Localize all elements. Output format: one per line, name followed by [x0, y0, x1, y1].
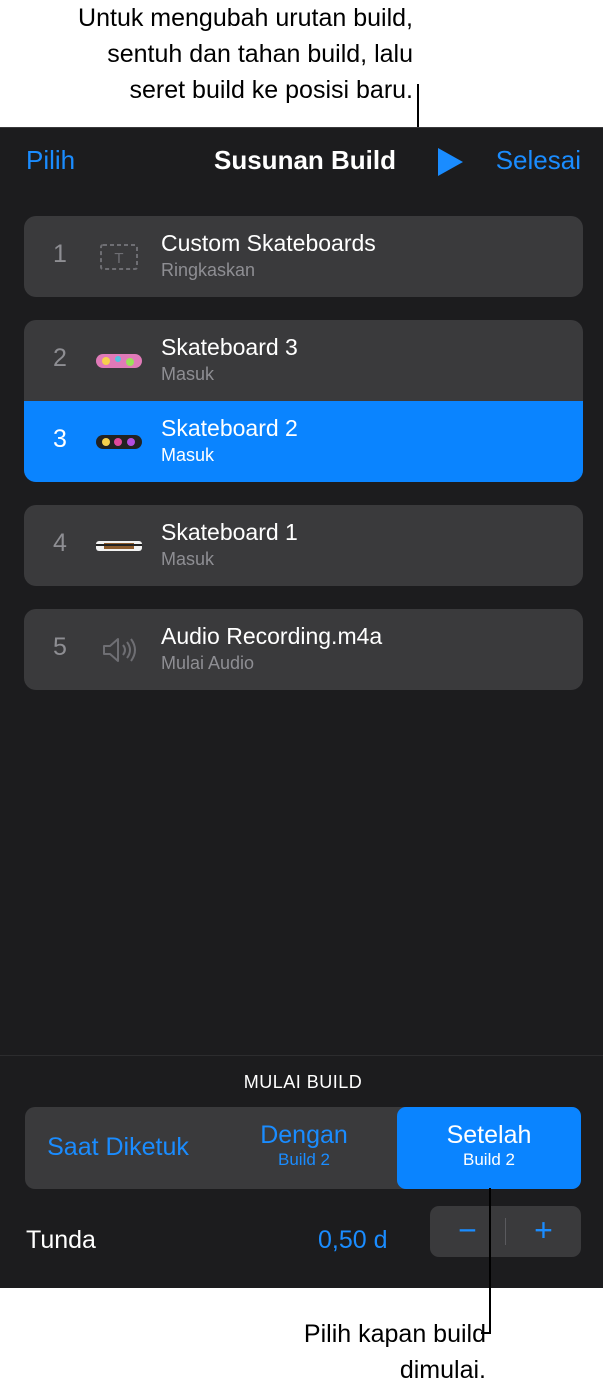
build-group: 4 Skateboard 1 Masuk — [24, 505, 583, 586]
build-group: 1 T Custom Skateboards Ringkaskan — [24, 216, 583, 297]
start-build-segmented-control: Saat Diketuk Dengan Build 2 Setelah Buil… — [25, 1107, 581, 1189]
build-order-panel: Pilih Susunan Build Selesai 1 T Custom S… — [0, 127, 603, 1288]
build-title: Audio Recording.m4a — [161, 623, 383, 649]
callout-line: Untuk mengubah urutan build, — [78, 4, 413, 32]
done-button[interactable]: Selesai — [496, 145, 581, 176]
build-title: Custom Skateboards — [161, 230, 376, 256]
callout-line: sentuh dan tahan build, lalu — [107, 40, 413, 68]
build-title: Skateboard 1 — [161, 519, 298, 545]
callout-leader-line — [489, 1188, 491, 1334]
build-number: 3 — [53, 425, 67, 453]
build-number: 5 — [53, 633, 67, 661]
segment-label: Saat Diketuk — [47, 1133, 189, 1161]
segment-label: Setelah — [446, 1121, 532, 1149]
build-row[interactable]: 1 T Custom Skateboards Ringkaskan — [24, 216, 583, 297]
callout-line: dimulai. — [399, 1356, 486, 1384]
build-number: 2 — [53, 344, 67, 372]
build-row[interactable]: 2 Skateboard 3 Masuk — [24, 320, 583, 401]
build-title: Skateboard 3 — [161, 334, 298, 360]
segment-with[interactable]: Dengan Build 2 — [211, 1107, 397, 1189]
delay-stepper: − + — [430, 1206, 581, 1257]
build-subtitle: Masuk — [161, 445, 215, 465]
callout-line: seret build ke posisi baru. — [129, 76, 413, 104]
segment-label: Dengan — [260, 1121, 348, 1149]
segment-after-selected[interactable]: Setelah Build 2 — [397, 1107, 581, 1189]
text-box-icon: T — [100, 244, 138, 270]
build-subtitle: Masuk — [161, 364, 215, 384]
delay-value: 0,50 d — [318, 1226, 388, 1254]
skateboard-thumbnail — [96, 354, 142, 368]
callout-reorder: Untuk mengubah urutan build, sentuh dan … — [0, 0, 413, 108]
build-group: 5 Audio Recording.m4a Mulai Audio — [24, 609, 583, 690]
build-row-selected[interactable]: 3 Skateboard 2 Masuk — [24, 401, 583, 482]
segment-on-tap[interactable]: Saat Diketuk — [25, 1107, 211, 1189]
build-number: 1 — [53, 240, 67, 268]
segment-sublabel: Build 2 — [278, 1150, 330, 1169]
build-title: Skateboard 2 — [161, 415, 298, 441]
segment-sublabel: Build 2 — [463, 1150, 515, 1169]
build-subtitle: Ringkaskan — [161, 260, 256, 280]
build-row[interactable]: 5 Audio Recording.m4a Mulai Audio — [24, 609, 583, 690]
build-subtitle: Mulai Audio — [161, 653, 255, 673]
skateboard-thumbnail — [96, 435, 142, 449]
svg-text:T: T — [114, 250, 123, 267]
callout-start-build: Pilih kapan build dimulai. — [186, 1316, 486, 1386]
start-build-section: MULAI BUILD Saat Diketuk Dengan Build 2 … — [0, 1055, 603, 1288]
increment-button[interactable]: + — [506, 1206, 581, 1257]
callout-line: Pilih kapan build — [303, 1320, 486, 1348]
build-row[interactable]: 4 Skateboard 1 Masuk — [24, 505, 583, 586]
build-group: 2 Skateboard 3 Masuk 3 Skateboard 2 Masu… — [24, 320, 583, 482]
build-number: 4 — [53, 529, 67, 557]
delay-label: Tunda — [26, 1226, 96, 1254]
section-label: MULAI BUILD — [243, 1072, 363, 1092]
build-subtitle: Masuk — [161, 549, 215, 569]
decrement-button[interactable]: − — [430, 1206, 505, 1257]
nav-bar: Pilih Susunan Build Selesai — [0, 128, 603, 194]
skateboard-thumbnail — [96, 541, 142, 551]
speaker-icon — [103, 638, 136, 662]
play-icon[interactable] — [435, 147, 465, 177]
